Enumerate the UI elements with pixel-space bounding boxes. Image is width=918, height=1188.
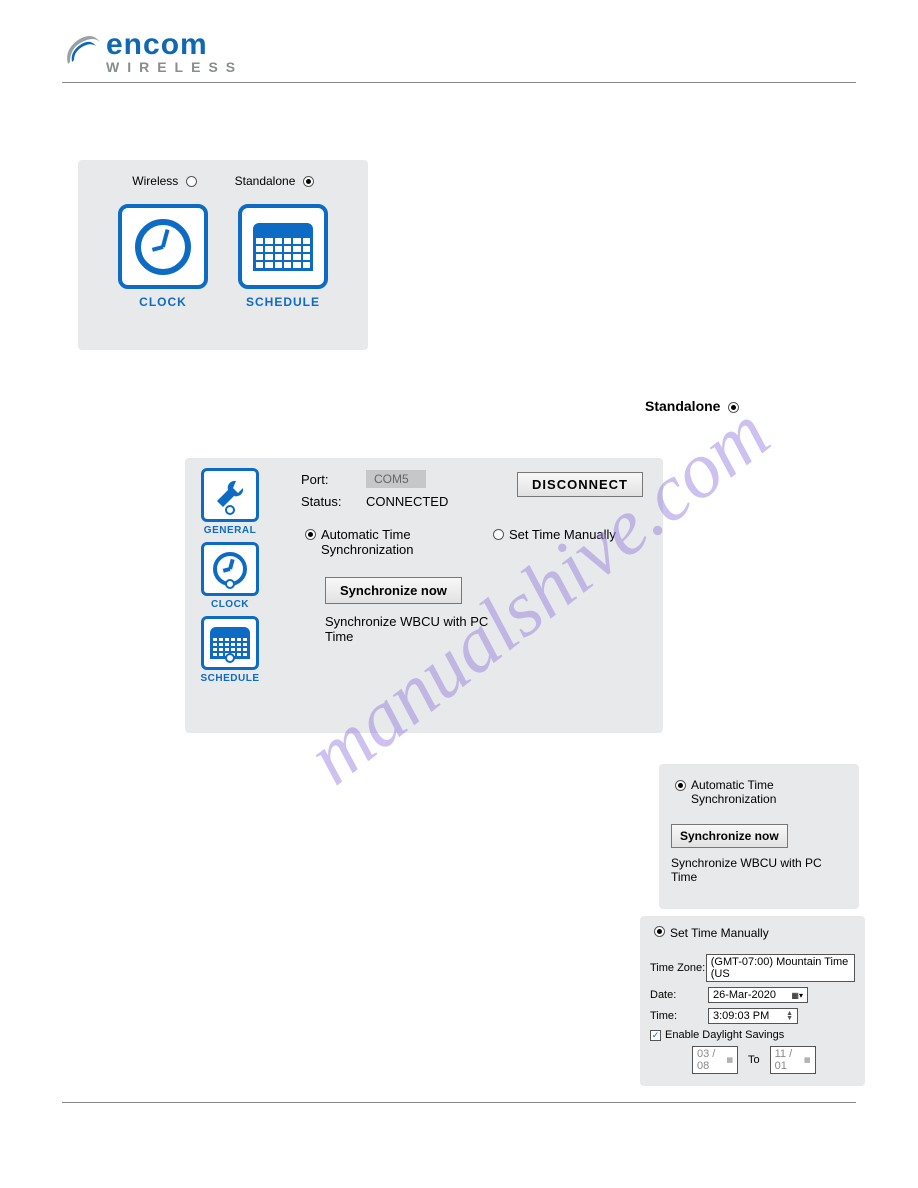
general-tab-label: GENERAL bbox=[195, 525, 265, 536]
dst-to-label: To bbox=[748, 1054, 760, 1066]
synchronize-now-button-2[interactable]: Synchronize now bbox=[671, 824, 788, 848]
wireless-option[interactable]: Wireless bbox=[132, 174, 196, 188]
radio-on-icon bbox=[303, 176, 314, 187]
schedule-tab[interactable]: SCHEDULE bbox=[195, 616, 265, 684]
status-value: CONNECTED bbox=[366, 494, 448, 509]
manual-time-label: Set Time Manually bbox=[509, 527, 616, 542]
radio-on-icon bbox=[675, 780, 686, 791]
calendar-mini-icon: ▦ bbox=[804, 1056, 811, 1064]
standalone-label: Standalone bbox=[235, 174, 296, 188]
schedule-tile-label: SCHEDULE bbox=[238, 295, 328, 309]
manual-time-panel: Set Time Manually Time Zone: (GMT-07:00)… bbox=[640, 916, 865, 1086]
calendar-mini-icon: ▦ bbox=[726, 1056, 733, 1064]
footer-rule bbox=[62, 1102, 856, 1103]
standalone-callout: Standalone bbox=[645, 398, 739, 414]
dst-to-input[interactable]: 11 / 01 ▦ bbox=[770, 1046, 816, 1074]
mode-panel: Wireless Standalone CLOCK bbox=[78, 160, 368, 350]
dst-from-value: 03 / 08 bbox=[697, 1048, 726, 1072]
port-label: Port: bbox=[301, 472, 356, 487]
auto-sync-label-2: Automatic Time Synchronization bbox=[691, 778, 811, 806]
radio-on-icon bbox=[728, 402, 739, 413]
radio-on-icon bbox=[654, 926, 665, 937]
timezone-value: (GMT-07:00) Mountain Time (US bbox=[711, 956, 849, 980]
clock-config-panel: GENERAL CLOCK bbox=[185, 458, 663, 733]
manual-time-option[interactable]: Set Time Manually bbox=[489, 527, 616, 542]
date-label: Date: bbox=[650, 989, 708, 1001]
sync-description-2: Synchronize WBCU with PC Time bbox=[671, 856, 847, 884]
page-header: encom WIRELESS bbox=[62, 30, 856, 83]
dst-from-input[interactable]: 03 / 08 ▦ bbox=[692, 1046, 738, 1074]
time-label: Time: bbox=[650, 1010, 708, 1022]
auto-sync-label: Automatic Time Synchronization bbox=[321, 527, 441, 557]
dst-checkbox-row[interactable]: ✓ Enable Daylight Savings bbox=[650, 1029, 855, 1041]
manual-heading-option[interactable]: Set Time Manually bbox=[650, 926, 855, 940]
date-value: 26-Mar-2020 bbox=[713, 989, 776, 1001]
time-input[interactable]: 3:09:03 PM ▲▼ bbox=[708, 1008, 798, 1024]
standalone-option[interactable]: Standalone bbox=[235, 174, 314, 188]
brand-sub: WIRELESS bbox=[106, 60, 243, 74]
clock-tab[interactable]: CLOCK bbox=[195, 542, 265, 610]
brand-text: encom WIRELESS bbox=[106, 30, 243, 74]
sync-description: Synchronize WBCU with PC Time bbox=[325, 614, 505, 644]
clock-icon bbox=[135, 219, 191, 275]
radio-on-icon bbox=[305, 529, 316, 540]
schedule-tile[interactable]: SCHEDULE bbox=[238, 204, 328, 309]
checkbox-checked-icon: ✓ bbox=[650, 1030, 661, 1041]
auto-sync-option-2[interactable]: Automatic Time Synchronization bbox=[671, 778, 847, 806]
schedule-tab-label: SCHEDULE bbox=[195, 673, 265, 684]
auto-sync-snippet: Automatic Time Synchronization Synchroni… bbox=[659, 764, 859, 909]
auto-sync-option[interactable]: Automatic Time Synchronization bbox=[301, 527, 441, 557]
wireless-label: Wireless bbox=[132, 174, 178, 188]
brand-name: encom bbox=[106, 30, 243, 60]
synchronize-now-button[interactable]: Synchronize now bbox=[325, 577, 462, 604]
clock-tile[interactable]: CLOCK bbox=[118, 204, 208, 309]
encom-swoosh-icon bbox=[62, 32, 102, 72]
port-value: COM5 bbox=[366, 470, 426, 488]
timezone-select[interactable]: (GMT-07:00) Mountain Time (US bbox=[706, 954, 855, 982]
date-input[interactable]: 26-Mar-2020 ▦▾ bbox=[708, 987, 808, 1003]
radio-off-icon bbox=[186, 176, 197, 187]
disconnect-button[interactable]: DISCONNECT bbox=[517, 472, 643, 497]
standalone-callout-text: Standalone bbox=[645, 398, 720, 414]
radio-off-icon bbox=[493, 529, 504, 540]
general-tab[interactable]: GENERAL bbox=[195, 468, 265, 536]
calendar-dropdown-icon: ▦▾ bbox=[791, 991, 803, 1000]
timezone-label: Time Zone: bbox=[650, 962, 706, 974]
manual-heading: Set Time Manually bbox=[670, 926, 769, 940]
spinner-icon: ▲▼ bbox=[786, 1011, 793, 1021]
dst-to-value: 11 / 01 bbox=[775, 1048, 804, 1072]
side-nav: GENERAL CLOCK bbox=[185, 458, 275, 694]
dst-label: Enable Daylight Savings bbox=[665, 1029, 784, 1041]
status-label: Status: bbox=[301, 494, 356, 509]
clock-tab-label: CLOCK bbox=[195, 599, 265, 610]
time-value: 3:09:03 PM bbox=[713, 1010, 769, 1022]
clock-tile-label: CLOCK bbox=[118, 295, 208, 309]
calendar-icon bbox=[253, 223, 313, 271]
